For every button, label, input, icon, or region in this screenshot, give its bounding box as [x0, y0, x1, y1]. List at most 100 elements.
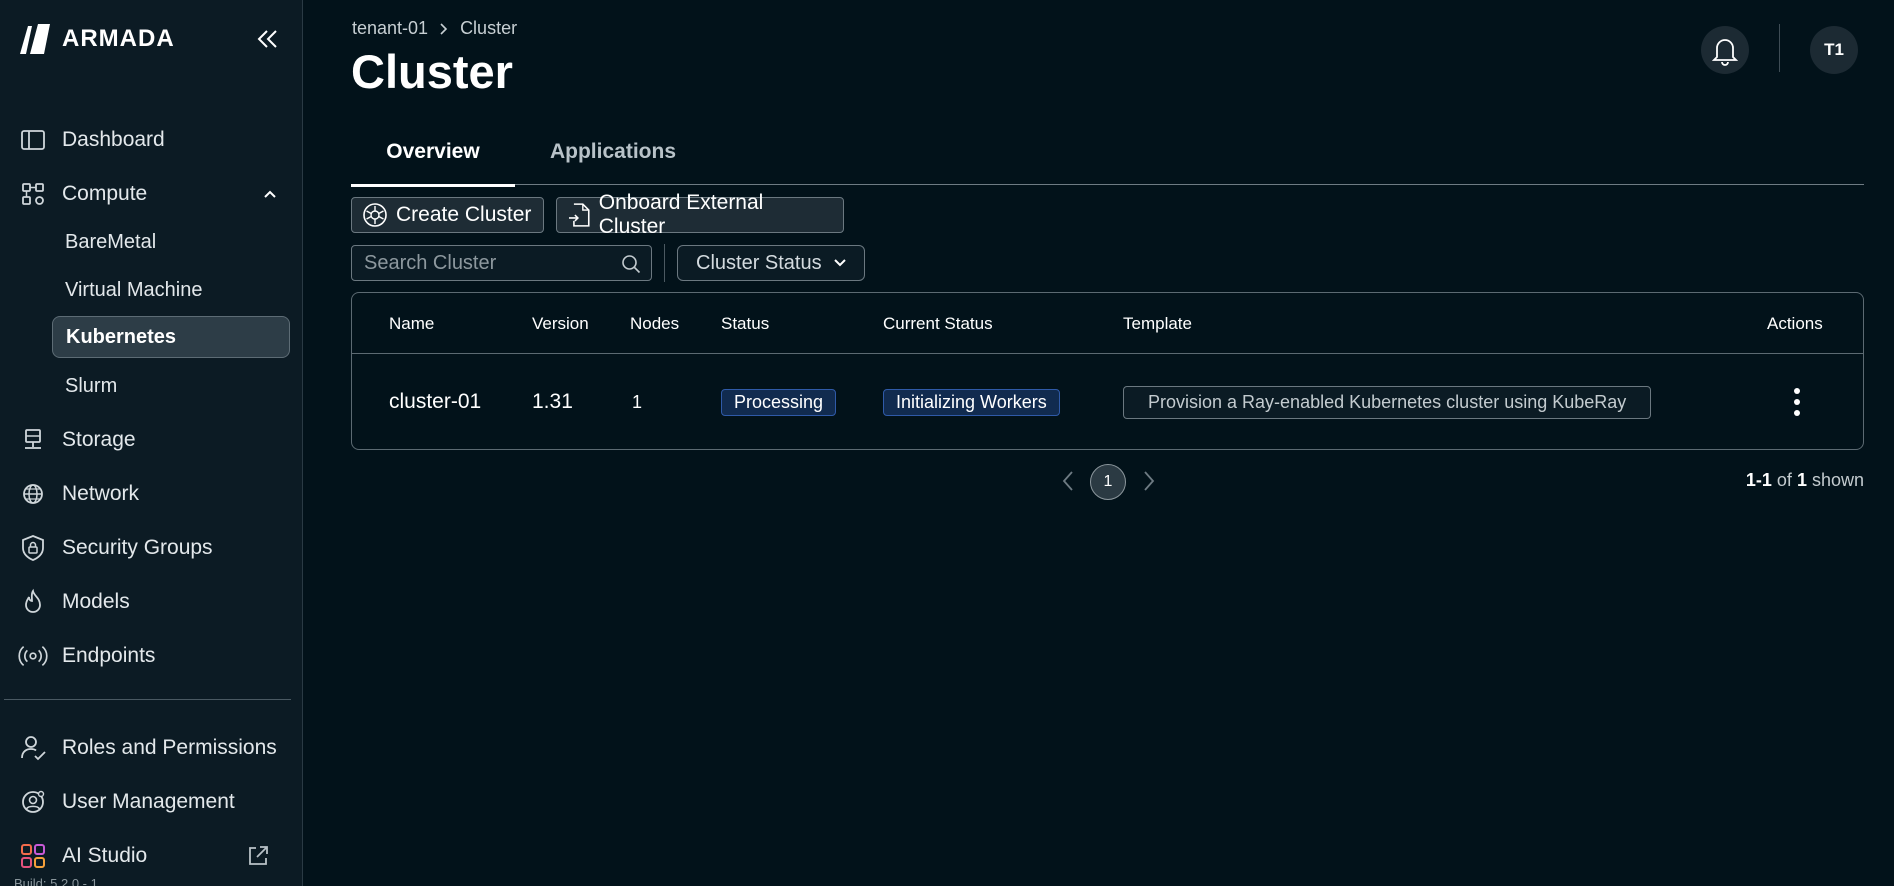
sidebar-item-label: User Management: [62, 790, 235, 813]
tab-overview[interactable]: Overview: [351, 118, 515, 187]
flame-icon: [18, 587, 48, 617]
sidebar-item-label: Endpoints: [62, 644, 156, 667]
search-input[interactable]: [352, 246, 612, 280]
onboard-external-cluster-button[interactable]: Onboard External Cluster: [556, 191, 844, 238]
create-cluster-button[interactable]: Create Cluster: [351, 197, 544, 233]
search-icon[interactable]: [621, 254, 641, 274]
template-cell: Provision a Ray-enabled Kubernetes clust…: [1123, 354, 1652, 450]
shown-range: 1-1: [1745, 470, 1772, 490]
user-avatar[interactable]: T1: [1810, 26, 1858, 74]
broadcast-icon: [18, 641, 48, 671]
sidebar-item-dashboard[interactable]: Dashboard: [18, 120, 288, 160]
chevron-up-icon: [264, 190, 276, 198]
cluster-name[interactable]: cluster-01: [389, 354, 481, 450]
tab-applications[interactable]: Applications: [531, 118, 695, 185]
cluster-version: 1.31: [532, 390, 573, 413]
column-header-actions: Actions: [1767, 313, 1823, 333]
column-header-current-status[interactable]: Current Status: [883, 293, 993, 354]
sidebar-item-user-management[interactable]: User Management: [18, 782, 288, 822]
column-header-version[interactable]: Version: [532, 293, 589, 354]
header-divider: [1779, 24, 1780, 72]
sidebar-subitem-slurm[interactable]: Slurm: [52, 365, 290, 407]
sidebar-item-label: Models: [62, 590, 130, 613]
breadcrumb-current: Cluster: [460, 18, 518, 38]
search-cluster-field: [351, 245, 652, 281]
table-row[interactable]: cluster-01 1.31 1 Processing Initializin…: [352, 354, 1863, 450]
tab-bar: Overview Applications: [351, 118, 1864, 187]
current-status-badge: Initializing Workers: [883, 388, 1060, 416]
sidebar-item-network[interactable]: Network: [18, 474, 288, 514]
shown-suffix: shown: [1811, 470, 1864, 490]
sidebar: ARMADA Dashboard Compute BareMetal Virtu…: [0, 0, 303, 886]
storage-icon: [18, 425, 48, 455]
status-badge: Processing: [721, 388, 837, 416]
sidebar-item-label: AI Studio: [62, 844, 148, 867]
double-chevron-left-icon: [257, 30, 277, 48]
row-actions-menu-button[interactable]: [1787, 388, 1807, 416]
globe-icon: [18, 479, 48, 509]
compute-nodes-icon: [18, 179, 48, 209]
current-status-cell: Initializing Workers: [883, 354, 1060, 450]
bell-icon: [1711, 39, 1739, 66]
notifications-button[interactable]: [1701, 26, 1749, 74]
kebab-dot: [1794, 399, 1800, 405]
user-gear-icon: [18, 787, 48, 817]
pagination-prev-icon[interactable]: [1060, 469, 1078, 493]
shown-of: of: [1776, 470, 1792, 490]
armada-logo[interactable]: ARMADA: [18, 22, 175, 56]
build-version: Build: 5.2.0 - 1: [14, 876, 98, 886]
sidebar-item-security-groups[interactable]: Security Groups: [18, 528, 288, 568]
pagination-next-icon[interactable]: [1139, 469, 1157, 493]
chevron-down-icon: [833, 259, 846, 267]
sidebar-divider: [4, 699, 291, 700]
create-cluster-label: Create Cluster: [396, 203, 532, 226]
sidebar-item-storage[interactable]: Storage: [18, 420, 288, 460]
cluster-table: Name Version Nodes Status Current Status…: [351, 292, 1864, 450]
collapse-sidebar-button[interactable]: [254, 26, 280, 52]
cluster-status-filter[interactable]: Cluster Status: [677, 245, 865, 281]
sidebar-panel-icon: [18, 125, 48, 155]
sidebar-item-label: Compute: [62, 182, 148, 205]
sidebar-item-label: Dashboard: [62, 128, 165, 151]
breadcrumb-tenant[interactable]: tenant-01: [352, 18, 428, 39]
external-link-icon[interactable]: [246, 844, 270, 868]
pagination-summary: 1-1 of 1 shown: [1746, 470, 1864, 491]
sidebar-subitem-kubernetes[interactable]: Kubernetes: [52, 316, 290, 358]
sidebar-item-label: Roles and Permissions: [62, 736, 277, 759]
sidebar-item-models[interactable]: Models: [18, 582, 288, 622]
onboard-external-cluster-label: Onboard External Cluster: [598, 191, 764, 238]
toolbar-separator: [664, 244, 665, 282]
kebab-dot: [1794, 410, 1800, 416]
column-header-template[interactable]: Template: [1123, 293, 1192, 354]
column-header-nodes[interactable]: Nodes: [630, 293, 679, 354]
column-header-name[interactable]: Name: [389, 293, 434, 354]
sidebar-item-label: Network: [62, 482, 140, 505]
kebab-dot: [1794, 388, 1800, 394]
template-description: Provision a Ray-enabled Kubernetes clust…: [1123, 385, 1652, 419]
page-title: Cluster: [351, 45, 513, 98]
sidebar-item-compute[interactable]: Compute: [18, 174, 288, 214]
file-import-icon: [568, 203, 590, 227]
sidebar-subitem-baremetal[interactable]: BareMetal: [52, 221, 290, 263]
chevron-right-icon: [440, 22, 448, 35]
actions-cell: [1787, 354, 1807, 450]
brand-name: ARMADA: [62, 25, 175, 52]
sidebar-item-endpoints[interactable]: Endpoints: [18, 636, 288, 676]
column-header-status[interactable]: Status: [721, 293, 769, 354]
status-cell: Processing: [721, 354, 837, 450]
shown-total: 1: [1796, 470, 1807, 490]
cluster-nodes: 1: [632, 391, 643, 412]
sidebar-item-roles-permissions[interactable]: Roles and Permissions: [18, 728, 288, 768]
sidebar-item-label: Storage: [62, 428, 136, 451]
table-header: Name Version Nodes Status Current Status…: [352, 293, 1863, 354]
user-check-icon: [18, 733, 48, 763]
sidebar-item-ai-studio[interactable]: AI Studio: [18, 836, 288, 876]
sidebar-subitem-virtual-machine[interactable]: Virtual Machine: [52, 269, 290, 311]
armada-logo-icon: [20, 24, 50, 54]
breadcrumb: tenant-01 Cluster: [352, 18, 517, 39]
pagination-page-current[interactable]: 1: [1090, 464, 1126, 500]
sidebar-item-label: Security Groups: [62, 536, 213, 559]
shield-lock-icon: [18, 533, 48, 563]
grid-apps-icon: [18, 841, 48, 871]
cluster-status-filter-label: Cluster Status: [696, 251, 822, 274]
